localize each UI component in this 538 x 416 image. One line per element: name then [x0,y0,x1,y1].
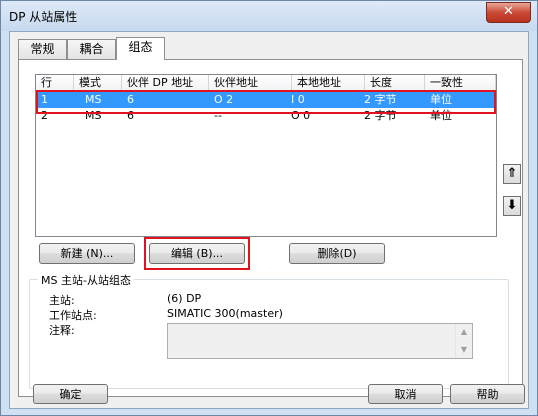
comment-scrollbar[interactable]: ▲ ▼ [455,324,472,358]
tab-general[interactable]: 常规 [18,39,67,59]
cell-partner-address: O 2 [214,93,234,106]
close-button[interactable]: ✕ [486,2,531,23]
cell-row: 2 [41,109,48,122]
tab-configuration-label: 组态 [128,40,153,54]
move-up-button[interactable]: ⇑ [503,164,521,184]
cell-consistency: 单位 [430,93,452,106]
list-header: 行 模式 伙伴 DP 地址 伙伴地址 本地地址 长度 一致性 [36,75,496,92]
cell-length: 2 字节 [364,93,397,106]
edit-button[interactable]: 编辑 (B)... [149,243,245,264]
cell-partner-dp-address: 6 [127,93,134,106]
table-row[interactable]: 2 MS 6 -- O 0 2 字节 单位 [36,108,496,124]
cell-partner-address: -- [214,109,222,122]
help-button[interactable]: 帮助 [450,384,525,404]
scroll-down-icon[interactable]: ▼ [456,342,472,358]
table-row[interactable]: 1 MS 6 O 2 I 0 2 字节 单位 [36,92,496,108]
master-value: (6) DP [167,292,202,305]
col-mode[interactable]: 模式 [74,75,122,91]
delete-button[interactable]: 删除(D) [289,243,385,264]
cell-row: 1 [41,93,48,106]
cell-mode: MS [85,109,102,122]
col-partner-address[interactable]: 伙伴地址 [209,75,292,91]
move-down-button[interactable]: ⬇ [503,196,521,216]
cancel-button[interactable]: 取消 [368,384,443,404]
dialog-client: 常规 耦合 组态 行 模式 伙伴 DP 地址 伙伴地址 本地地址 长度 一致性 … [9,31,529,409]
cell-mode: MS [85,93,102,106]
col-local-address[interactable]: 本地地址 [292,75,365,91]
dp-slave-properties-dialog: DP 从站属性 ✕ 常规 耦合 组态 行 模式 伙伴 DP 地址 伙伴地址 本地… [0,0,538,416]
col-length[interactable]: 长度 [365,75,425,91]
cell-local-address: O 0 [291,109,311,122]
col-row[interactable]: 行 [36,75,74,91]
scroll-up-icon[interactable]: ▲ [456,324,472,340]
comment-field[interactable]: ▲ ▼ [167,323,473,359]
col-consistency[interactable]: 一致性 [425,75,496,91]
master-label: 主站: [49,294,75,307]
configuration-list[interactable]: 行 模式 伙伴 DP 地址 伙伴地址 本地地址 长度 一致性 1 MS 6 O … [35,74,497,237]
new-button[interactable]: 新建 (N)... [39,243,135,264]
tab-coupling-label: 耦合 [79,42,104,56]
cell-local-address: I 0 [291,93,305,106]
configuration-panel: 行 模式 伙伴 DP 地址 伙伴地址 本地地址 长度 一致性 1 MS 6 O … [18,59,523,397]
window-title: DP 从站属性 [9,10,78,24]
group-legend: MS 主站-从站组态 [38,272,134,288]
title-bar[interactable]: DP 从站属性 ✕ [1,1,537,31]
comment-label: 注释: [49,324,75,337]
col-partner-dp-address[interactable]: 伙伴 DP 地址 [122,75,209,91]
station-value: SIMATIC 300(master) [167,307,283,320]
station-label: 工作站点: [49,309,97,322]
ok-button[interactable]: 确定 [33,384,108,404]
cell-length: 2 字节 [364,109,397,122]
tab-general-label: 常规 [30,42,55,56]
arrow-down-icon: ⬇ [506,198,518,213]
cell-partner-dp-address: 6 [127,109,134,122]
tab-configuration[interactable]: 组态 [116,37,165,60]
tab-coupling[interactable]: 耦合 [67,39,116,59]
close-icon: ✕ [503,4,514,19]
cell-consistency: 单位 [430,109,452,122]
arrow-up-icon: ⇑ [506,166,518,181]
